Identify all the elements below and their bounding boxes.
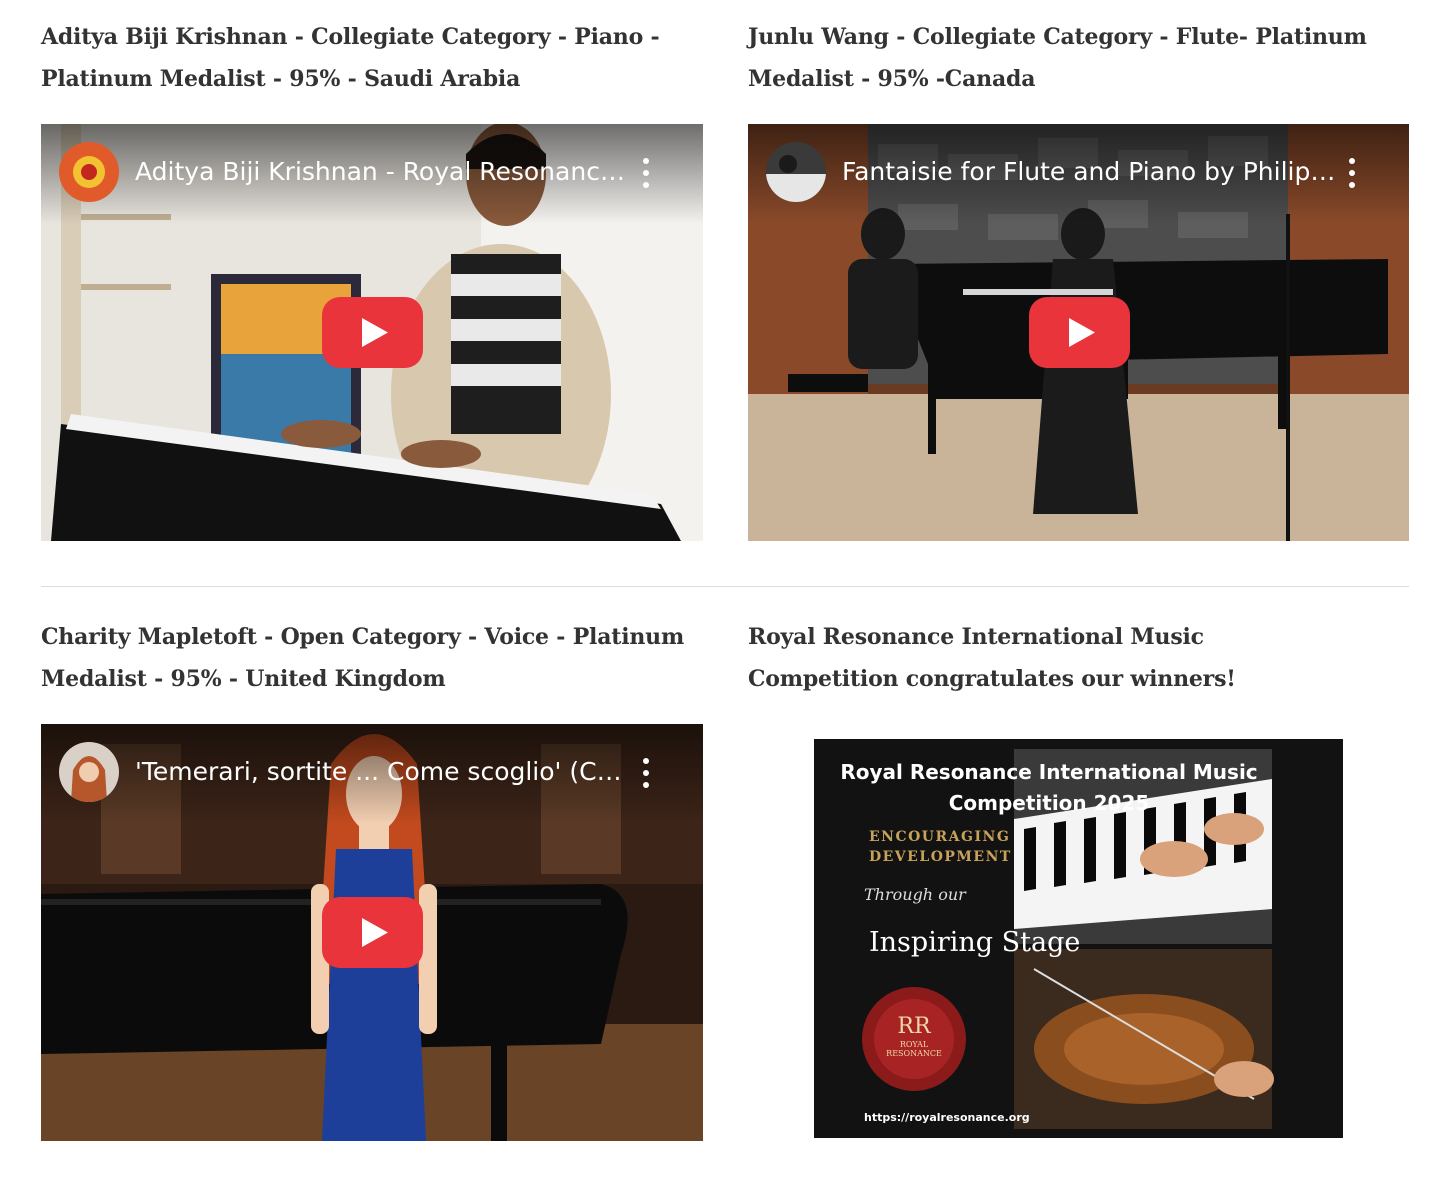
video-title[interactable]: Aditya Biji Krishnan - Royal Resonance I…	[135, 154, 635, 190]
entry-heading: Aditya Biji Krishnan - Collegiate Catego…	[41, 24, 660, 92]
seal-monogram: RR	[897, 1014, 931, 1039]
poster-title: Royal Resonance International Music Comp…	[840, 760, 1258, 815]
video-embed[interactable]: Fantaisie for Flute and Piano by Philipp…	[748, 124, 1409, 541]
youtube-play-icon[interactable]	[1029, 297, 1130, 368]
section-divider	[41, 586, 1409, 587]
video-embed[interactable]: 'Temerari, sortite ... Come scoglio' (Co…	[41, 724, 703, 1141]
more-vert-icon[interactable]	[1335, 158, 1369, 188]
competition-poster: Royal Resonance International Music Comp…	[814, 739, 1343, 1138]
poster-url: https://royalresonance.org	[864, 1111, 1030, 1124]
more-vert-icon[interactable]	[629, 158, 663, 188]
poster-stage: Inspiring Stage	[869, 927, 1081, 958]
channel-avatar[interactable]	[766, 142, 826, 202]
youtube-play-icon[interactable]	[322, 297, 423, 368]
entry-heading: Charity Mapletoft - Open Category - Voic…	[41, 624, 685, 692]
video-title[interactable]: 'Temerari, sortite ... Come scoglio' (Co…	[135, 754, 635, 790]
video-embed[interactable]: Aditya Biji Krishnan - Royal Resonance I…	[41, 124, 703, 541]
seal-logo: RR ROYAL RESONANCE	[874, 1014, 954, 1058]
channel-avatar[interactable]	[59, 742, 119, 802]
poster-tagline: ENCOURAGING DEVELOPMENT	[869, 829, 1012, 865]
video-title[interactable]: Fantaisie for Flute and Piano by Philipp…	[842, 154, 1342, 190]
channel-avatar[interactable]	[59, 142, 119, 202]
youtube-play-icon[interactable]	[322, 897, 423, 968]
poster-script: Through our	[864, 885, 966, 904]
more-vert-icon[interactable]	[629, 758, 663, 788]
seal-text: ROYAL RESONANCE	[886, 1040, 942, 1058]
closing-heading: Royal Resonance International Music Comp…	[748, 624, 1236, 692]
entry-heading: Junlu Wang - Collegiate Category - Flute…	[748, 24, 1367, 92]
